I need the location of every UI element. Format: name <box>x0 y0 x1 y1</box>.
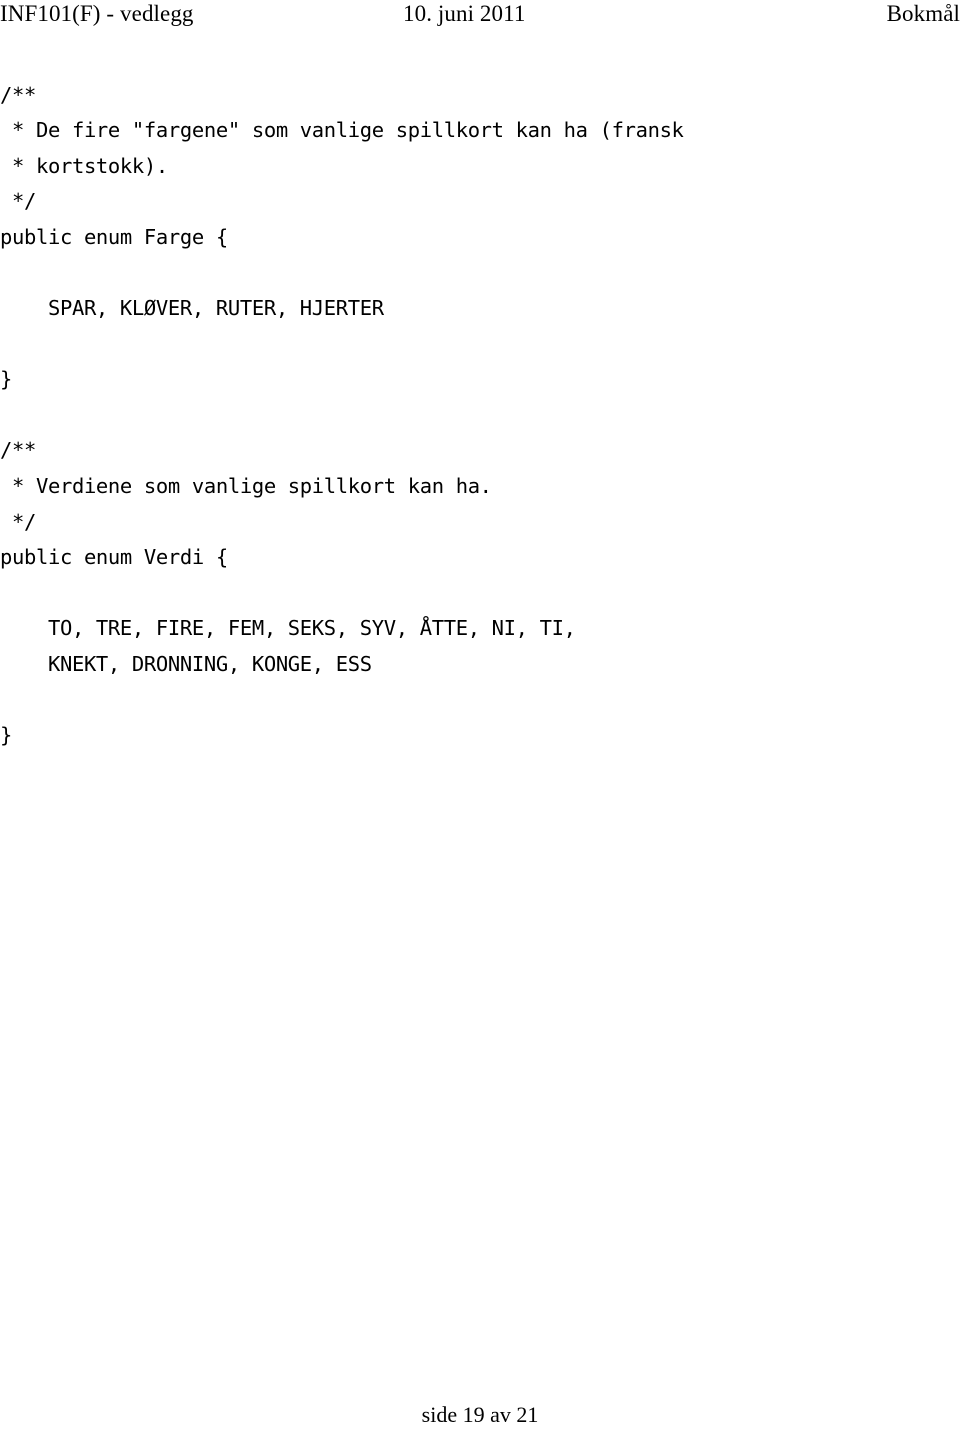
code-line: TO, TRE, FIRE, FEM, SEKS, SYV, ÅTTE, NI,… <box>0 616 576 641</box>
code-line: */ <box>0 189 36 214</box>
header-date-label: 10. juni 2011 <box>403 1 526 26</box>
code-listing: /** * De fire "fargene" som vanlige spil… <box>0 78 960 754</box>
code-line: KNEKT, DRONNING, KONGE, ESS <box>0 652 372 676</box>
page-footer: side 19 av 21 <box>0 1402 960 1428</box>
page-header: INF101(F) - vedlegg 10. juni 2011 Bokmål <box>0 0 960 30</box>
code-line: public enum Farge { <box>0 224 228 249</box>
code-line: */ <box>0 509 36 534</box>
code-line: /** <box>0 438 36 463</box>
code-line: /** <box>0 82 36 107</box>
code-line: SPAR, KLØVER, RUTER, HJERTER <box>0 296 384 321</box>
code-line: public enum Verdi { <box>0 545 228 570</box>
code-line: * kortstokk). <box>0 153 168 178</box>
page-number-label: side 19 av 21 <box>421 1402 539 1427</box>
header-language-label: Bokmål <box>886 1 960 26</box>
document-page: INF101(F) - vedlegg 10. juni 2011 Bokmål… <box>0 0 960 1438</box>
code-line: } <box>0 367 12 392</box>
code-line: * De fire "fargene" som vanlige spillkor… <box>0 118 684 143</box>
header-course-label: INF101(F) - vedlegg <box>0 1 194 26</box>
code-line: * Verdiene som vanlige spillkort kan ha. <box>0 474 492 499</box>
code-line: } <box>0 723 12 748</box>
